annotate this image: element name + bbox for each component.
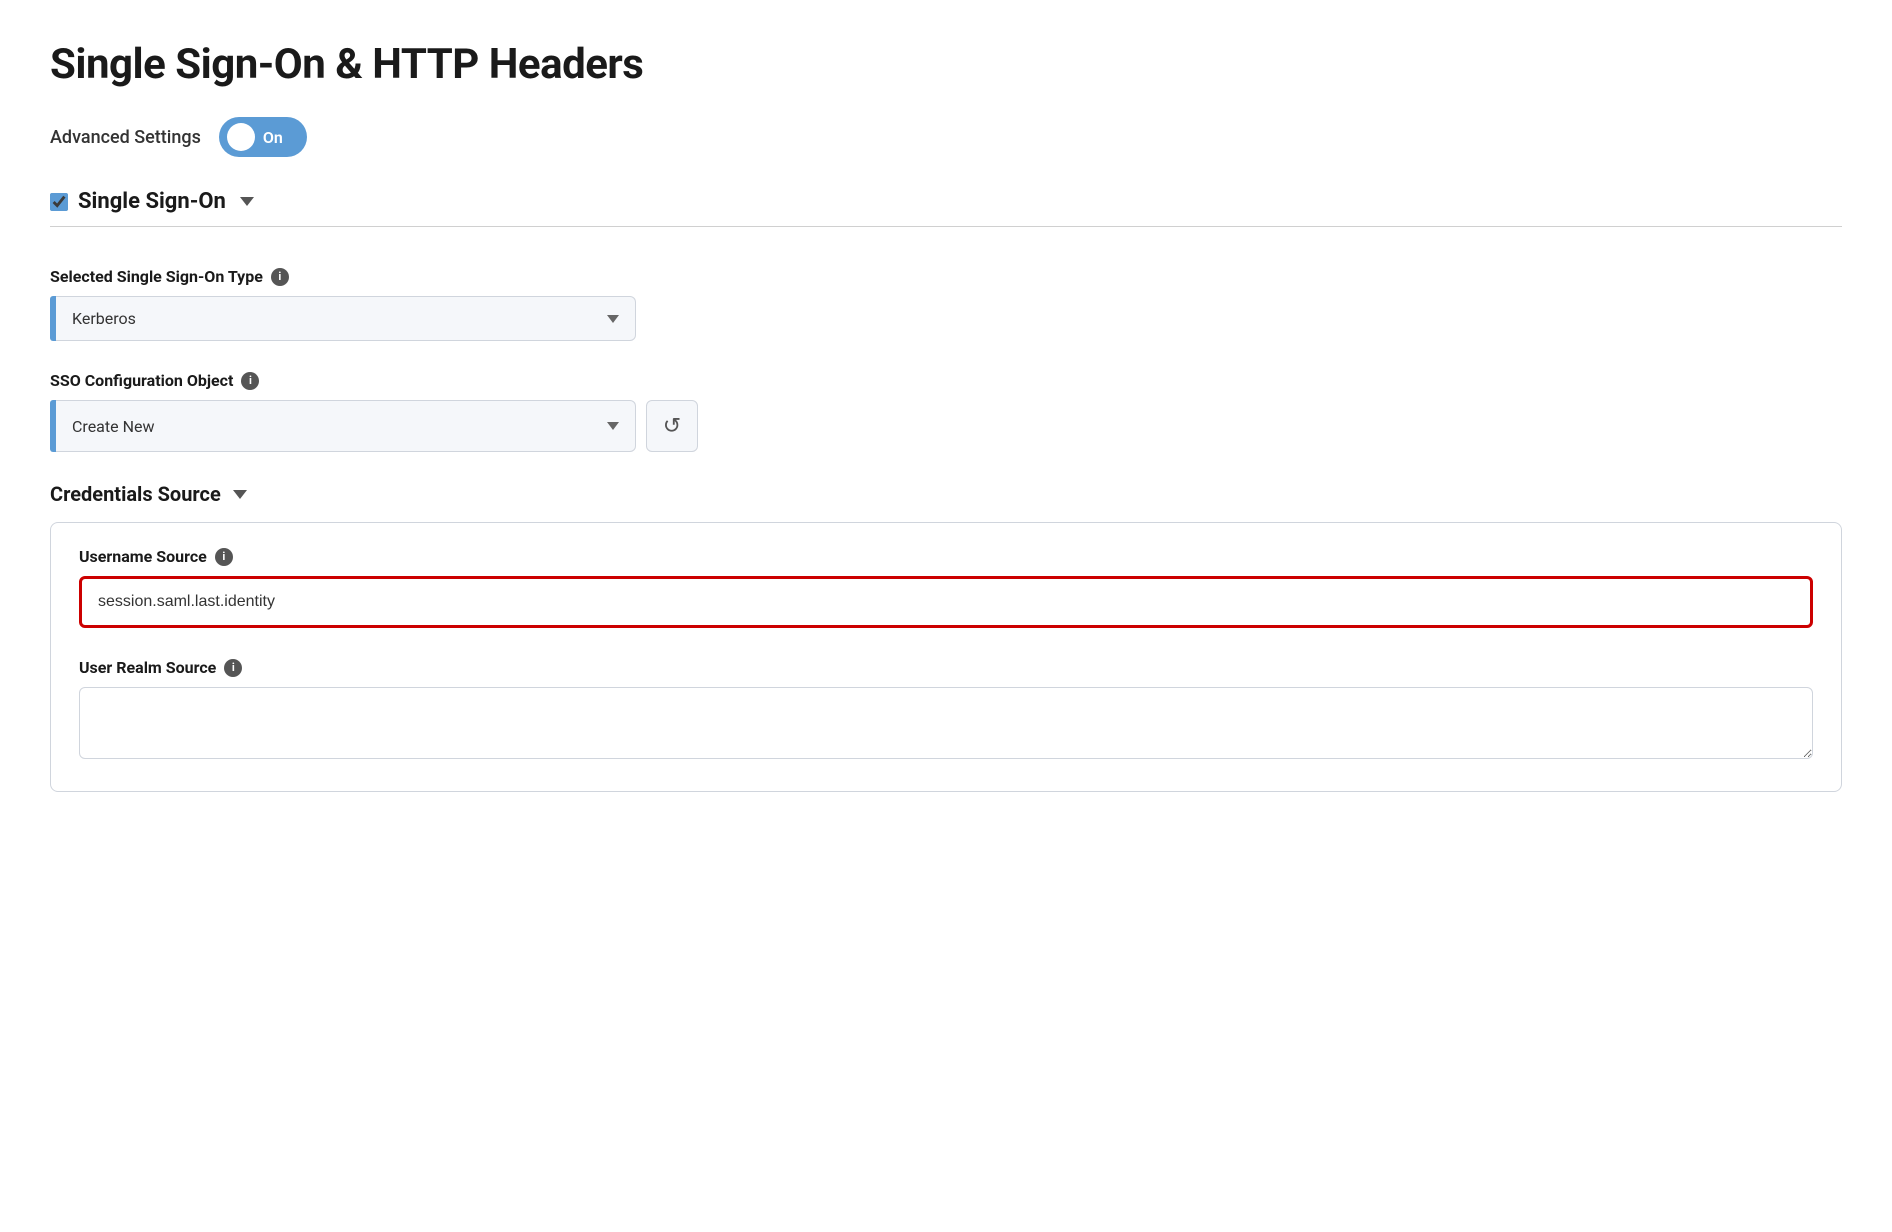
credentials-box: Username Source i User Realm Source i — [50, 522, 1842, 792]
username-source-info-icon[interactable]: i — [215, 548, 233, 566]
sso-config-field-group: SSO Configuration Object i Create New ↺ — [50, 371, 1842, 452]
sso-type-value: Kerberos — [72, 309, 136, 328]
sso-section-title: Single Sign-On — [78, 189, 226, 214]
sso-type-label: Selected Single Sign-On Type i — [50, 267, 1842, 286]
sso-config-info-icon[interactable]: i — [241, 372, 259, 390]
username-source-label: Username Source i — [79, 547, 1813, 566]
username-source-input[interactable] — [79, 576, 1813, 628]
advanced-settings-toggle[interactable]: On — [219, 117, 307, 157]
sso-type-field-group: Selected Single Sign-On Type i Kerberos — [50, 267, 1842, 341]
page-title: Single Sign-On & HTTP Headers — [50, 40, 1842, 89]
sso-section-chevron[interactable] — [240, 197, 254, 206]
sso-type-arrow-icon — [607, 315, 619, 323]
sso-config-select-wrapper: Create New — [50, 400, 636, 452]
sso-config-value: Create New — [72, 417, 154, 436]
toggle-label: On — [263, 128, 283, 147]
user-realm-info-icon[interactable]: i — [224, 659, 242, 677]
sso-type-select-wrapper: Kerberos — [50, 296, 1842, 341]
refresh-button[interactable]: ↺ — [646, 400, 698, 452]
sso-config-row: Create New ↺ — [50, 400, 1842, 452]
credentials-section: Credentials Source Username Source i Use… — [50, 482, 1842, 792]
advanced-settings-row: Advanced Settings On — [50, 117, 1842, 157]
toggle-knob — [227, 123, 255, 151]
sso-config-arrow-icon — [607, 422, 619, 430]
sso-type-select[interactable]: Kerberos — [56, 296, 636, 341]
user-realm-field-group: User Realm Source i — [79, 658, 1813, 763]
username-source-field-group: Username Source i — [79, 547, 1813, 628]
user-realm-input[interactable] — [79, 687, 1813, 759]
credentials-chevron[interactable] — [233, 490, 247, 499]
credentials-title: Credentials Source — [50, 482, 1842, 506]
sso-section-checkbox[interactable] — [50, 193, 68, 211]
sso-section-content: Selected Single Sign-On Type i Kerberos … — [50, 257, 1842, 812]
advanced-settings-label: Advanced Settings — [50, 127, 201, 148]
sso-config-label: SSO Configuration Object i — [50, 371, 1842, 390]
user-realm-label: User Realm Source i — [79, 658, 1813, 677]
sso-type-info-icon[interactable]: i — [271, 268, 289, 286]
sso-config-select[interactable]: Create New — [56, 400, 636, 452]
sso-section-header: Single Sign-On — [50, 189, 1842, 227]
refresh-icon: ↺ — [663, 413, 681, 439]
